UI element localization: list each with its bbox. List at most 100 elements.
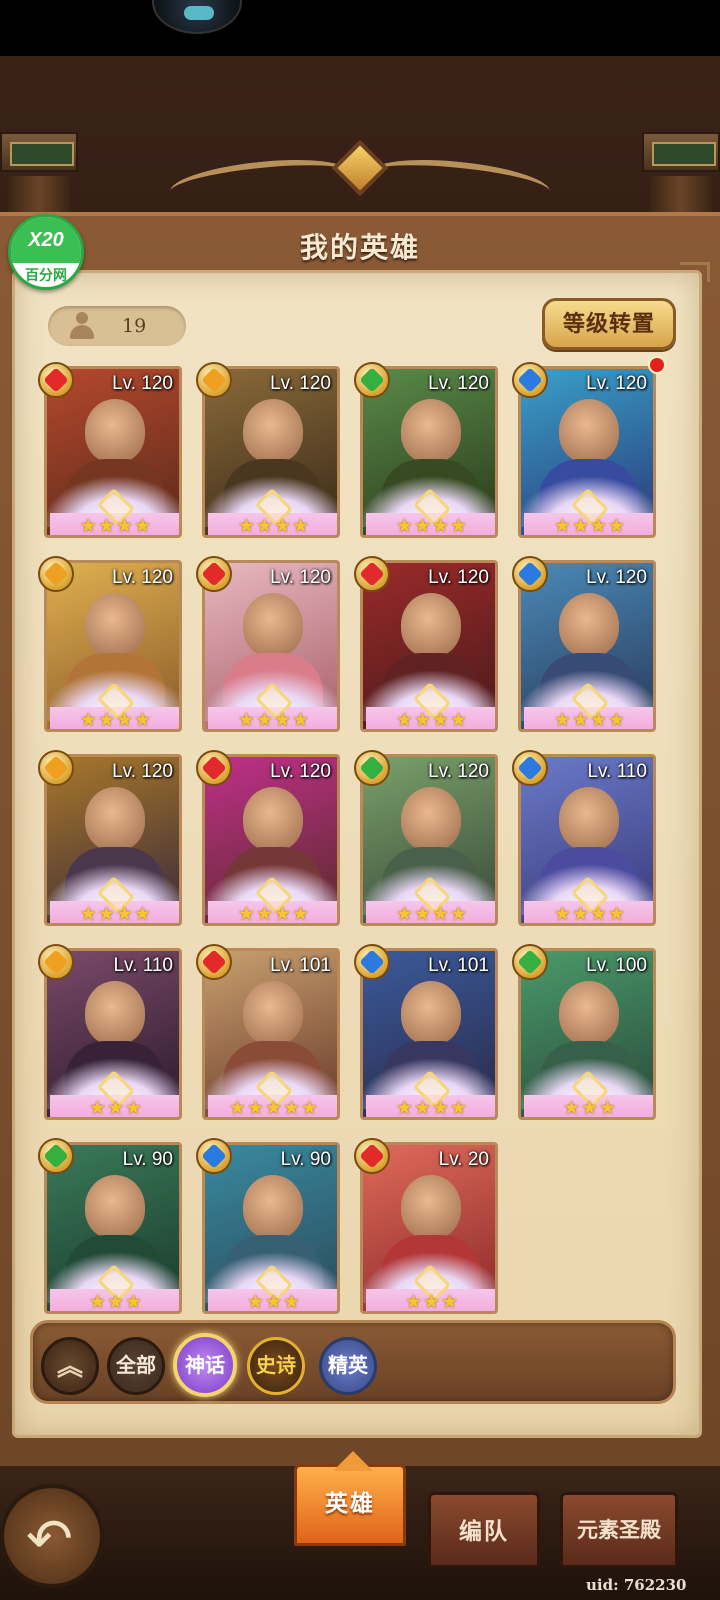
hero-level: Lv. 101 — [270, 955, 331, 976]
hero-card[interactable]: Lv. 100 ★★★ — [512, 944, 658, 1124]
back-arrow-icon: ↶ — [26, 1507, 73, 1570]
hero-head — [85, 1175, 145, 1239]
light-element-icon — [38, 944, 74, 980]
hero-level: Lv. 100 — [586, 955, 647, 976]
person-icon — [68, 312, 96, 340]
fish-icon — [184, 6, 214, 20]
hero-card[interactable]: Lv. 120 ★★★★ — [354, 750, 500, 930]
hero-head — [559, 593, 619, 657]
hero-stars: ★★★ — [246, 1292, 302, 1313]
tab-heroes[interactable]: 英雄 — [294, 1464, 406, 1546]
hero-stars: ★★★ — [88, 1098, 144, 1119]
hero-card[interactable]: Lv. 120 ★★★★ — [196, 750, 342, 930]
hero-stars: ★★★★ — [237, 710, 311, 731]
hero-head — [401, 399, 461, 463]
hero-card[interactable]: Lv. 20 ★★★ — [354, 1138, 500, 1318]
hero-card[interactable]: Lv. 101 ★★★★★ — [196, 944, 342, 1124]
hero-head — [85, 981, 145, 1045]
hero-stars: ★★★ — [404, 1292, 460, 1313]
hero-head — [401, 787, 461, 851]
tab-element-temple[interactable]: 元素圣殿 — [560, 1492, 678, 1568]
hero-card[interactable]: Lv. 120 ★★★★ — [512, 356, 666, 542]
uid-label: uid: 762230 — [586, 1576, 687, 1594]
hero-level: Lv. 120 — [586, 373, 647, 394]
hero-head — [85, 593, 145, 657]
hero-head — [401, 981, 461, 1045]
nature-element-icon — [354, 362, 390, 398]
hero-stars: ★★★★ — [79, 516, 153, 537]
hero-head — [85, 399, 145, 463]
fire-element-icon — [196, 944, 232, 980]
hero-card[interactable]: Lv. 120 ★★★★ — [354, 362, 500, 542]
fire-element-icon — [196, 750, 232, 786]
hero-count-value: 19 — [122, 315, 147, 337]
hero-card[interactable]: Lv. 101 ★★★★ — [354, 944, 500, 1124]
back-button[interactable]: ↶ — [0, 1484, 104, 1588]
hero-card[interactable]: Lv. 120 ★★★★ — [38, 750, 184, 930]
hero-card[interactable]: Lv. 90 ★★★ — [196, 1138, 342, 1318]
hero-stars: ★★★★ — [395, 516, 469, 537]
hero-level: Lv. 120 — [270, 373, 331, 394]
hero-level: Lv. 120 — [270, 761, 331, 782]
filter-epic-button[interactable]: 史诗 — [247, 1337, 305, 1395]
hero-level: Lv. 120 — [112, 567, 173, 588]
water-element-icon — [196, 1138, 232, 1174]
hero-card[interactable]: Lv. 120 ★★★★ — [196, 556, 342, 736]
hero-head — [559, 787, 619, 851]
hero-stars: ★★★★ — [395, 710, 469, 731]
fire-element-icon — [196, 556, 232, 592]
hero-card[interactable]: Lv. 120 ★★★★ — [38, 556, 184, 736]
fire-element-icon — [38, 362, 74, 398]
filter-elite-button[interactable]: 精英 — [319, 1337, 377, 1395]
hero-level: Lv. 120 — [112, 761, 173, 782]
water-element-icon — [512, 362, 548, 398]
hero-level: Lv. 110 — [113, 955, 173, 976]
light-element-icon — [196, 362, 232, 398]
hero-head — [243, 981, 303, 1045]
light-element-icon — [38, 556, 74, 592]
corner-ornament — [680, 262, 710, 282]
water-element-icon — [512, 750, 548, 786]
filter-myth-button[interactable]: 神话 — [173, 1333, 237, 1397]
hero-level: Lv. 90 — [280, 1149, 331, 1170]
hero-count: 19 — [48, 306, 186, 346]
level-transfer-button[interactable]: 等级转置 — [542, 298, 676, 350]
filter-all-button[interactable]: 全部 — [107, 1337, 165, 1395]
hero-head — [559, 981, 619, 1045]
hero-stars: ★★★★ — [395, 904, 469, 925]
collapse-button[interactable]: ︽ — [41, 1337, 99, 1395]
watermark-logo: X20 百分网 — [8, 214, 84, 290]
tab-team[interactable]: 编队 — [428, 1492, 540, 1568]
hero-level: Lv. 20 — [438, 1149, 489, 1170]
hero-level: Lv. 110 — [587, 761, 647, 782]
hero-card[interactable]: Lv. 120 ★★★★ — [512, 556, 658, 736]
hero-stars: ★★★★ — [553, 710, 627, 731]
hero-stars: ★★★★ — [237, 904, 311, 925]
water-element-icon — [354, 944, 390, 980]
hero-stars: ★★★★ — [395, 1098, 469, 1119]
hero-card[interactable]: Lv. 110 ★★★ — [38, 944, 184, 1124]
fire-element-icon — [354, 556, 390, 592]
hero-level: Lv. 120 — [428, 761, 489, 782]
top-bar — [0, 0, 720, 56]
fire-element-icon — [354, 1138, 390, 1174]
hero-head — [243, 787, 303, 851]
nature-element-icon — [354, 750, 390, 786]
hero-card[interactable]: Lv. 120 ★★★★ — [38, 362, 184, 542]
water-element-icon — [512, 556, 548, 592]
hero-card[interactable]: Lv. 110 ★★★★ — [512, 750, 658, 930]
nature-element-icon — [38, 1138, 74, 1174]
hero-stars: ★★★★ — [237, 516, 311, 537]
hero-stars: ★★★★ — [79, 710, 153, 731]
hero-head — [559, 399, 619, 463]
hero-card[interactable]: Lv. 120 ★★★★ — [354, 556, 500, 736]
hero-stars: ★★★ — [88, 1292, 144, 1313]
hero-head — [243, 1175, 303, 1239]
hero-head — [401, 593, 461, 657]
hero-stars: ★★★ — [562, 1098, 618, 1119]
hero-head — [85, 787, 145, 851]
panel-title: 我的英雄 — [299, 232, 420, 263]
hero-level: Lv. 120 — [270, 567, 331, 588]
hero-card[interactable]: Lv. 90 ★★★ — [38, 1138, 184, 1318]
hero-card[interactable]: Lv. 120 ★★★★ — [196, 362, 342, 542]
